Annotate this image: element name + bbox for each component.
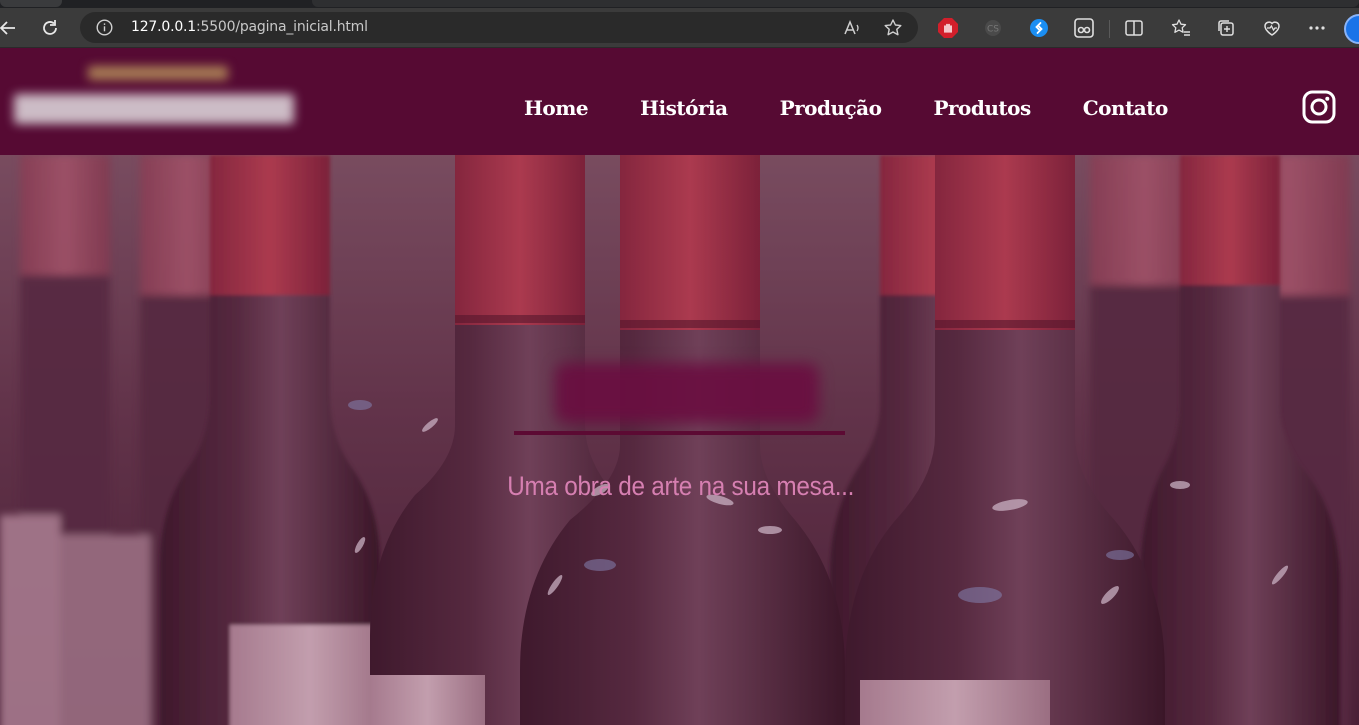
star-icon[interactable] (883, 18, 903, 38)
nav-link-contato[interactable]: Contato (1083, 96, 1169, 120)
info-icon[interactable] (96, 19, 113, 36)
browser-essentials-icon[interactable] (1260, 16, 1284, 40)
hero-divider-line (514, 431, 845, 435)
read-aloud-icon[interactable] (842, 18, 862, 38)
url-path: :5500/pagina_inicial.html (196, 19, 368, 35)
url-text[interactable]: 127.0.0.1:5500/pagina_inicial.html (131, 19, 368, 35)
nav-link-produtos[interactable]: Produtos (933, 96, 1031, 120)
instagram-icon[interactable] (1302, 90, 1336, 124)
collections-icon[interactable] (1214, 16, 1238, 40)
hero-tagline: Uma obra de arte na sua mesa... (0, 471, 1359, 502)
hero-tint-overlay (0, 155, 1359, 725)
toolbar-separator (1109, 20, 1110, 38)
browser-toolbar: 127.0.0.1:5500/pagina_inicial.html CS (0, 8, 1359, 48)
more-menu-icon[interactable] (1305, 16, 1329, 40)
nav-link-historia[interactable]: História (640, 96, 728, 120)
site-header: Home História Produção Produtos Contato (0, 48, 1359, 155)
cs-extension-icon[interactable]: CS (981, 16, 1005, 40)
web-page: Home História Produção Produtos Contato (0, 48, 1359, 725)
favorites-icon[interactable] (1169, 16, 1193, 40)
url-host: 127.0.0.1 (131, 19, 196, 35)
svg-text:CS: CS (987, 25, 999, 35)
hero-tagline-text: Uma obra de arte na sua mesa... (507, 471, 854, 501)
tab-strip-background (312, 0, 1359, 7)
back-arrow-icon[interactable] (0, 16, 20, 40)
logo-wordmark (14, 94, 294, 124)
hero-section: Uma obra de arte na sua mesa... (0, 155, 1359, 725)
shazam-extension-icon[interactable] (1027, 16, 1051, 40)
adblock-extension-icon[interactable] (936, 16, 960, 40)
split-screen-icon[interactable] (1122, 16, 1146, 40)
hero-title-blurred (555, 363, 819, 423)
address-bar[interactable]: 127.0.0.1:5500/pagina_inicial.html (80, 12, 918, 43)
profile-avatar[interactable] (1344, 14, 1359, 44)
nav-link-home[interactable]: Home (524, 96, 589, 120)
glasses-extension-icon[interactable] (1072, 16, 1096, 40)
nav-link-producao[interactable]: Produção (780, 96, 882, 120)
logo-tagline (88, 66, 228, 80)
tab-strip (0, 0, 1359, 8)
refresh-icon[interactable] (38, 16, 62, 40)
main-navigation: Home História Produção Produtos Contato (524, 96, 1168, 120)
browser-tab[interactable] (0, 0, 62, 7)
site-logo[interactable] (8, 62, 300, 132)
